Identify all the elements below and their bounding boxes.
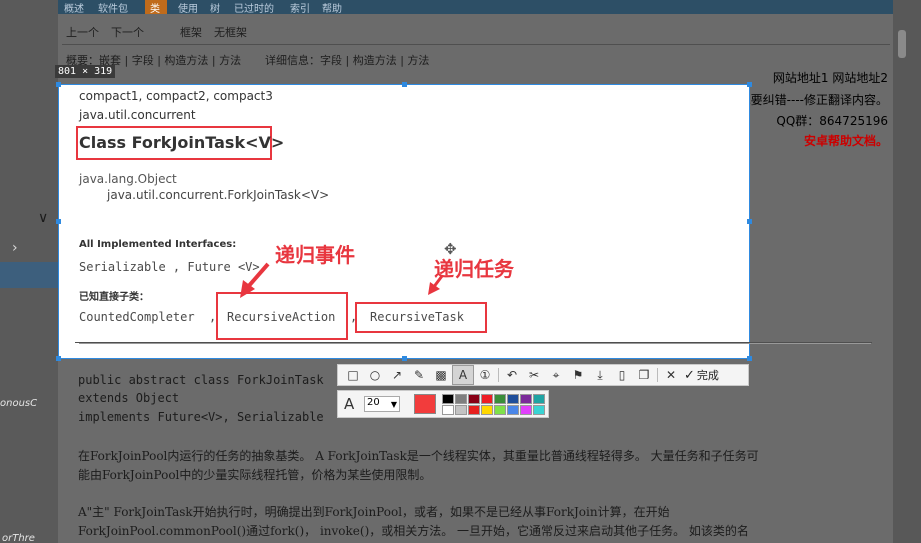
download-icon[interactable]: ⤓ <box>589 365 611 385</box>
cancel-icon[interactable]: ✕ <box>660 365 682 385</box>
color-swatch[interactable] <box>507 405 519 415</box>
mosaic-icon[interactable]: ▩ <box>430 365 452 385</box>
color-swatch[interactable] <box>533 405 545 415</box>
ellipse-icon[interactable]: ○ <box>364 365 386 385</box>
color-swatch[interactable] <box>507 394 519 404</box>
class-declaration-line-2: extends Object <box>78 391 180 405</box>
color-palette <box>442 394 545 415</box>
class-declaration-line-1: public abstract class ForkJoinTask <box>78 373 324 387</box>
description-para-2a: A"主" ForkJoinTask开始执行时，明确提出到ForkJoinPool… <box>78 505 670 519</box>
undo-icon[interactable]: ↶ <box>501 365 523 385</box>
color-swatch[interactable] <box>533 394 545 404</box>
screen: ∨ › onousC orThre 概述 软件包 类 使用 树 已过时的 索引 … <box>0 0 921 543</box>
toolbar-separator <box>657 368 658 382</box>
color-swatch[interactable] <box>481 405 493 415</box>
text-icon[interactable]: A <box>452 365 474 385</box>
crop-icon[interactable]: ✂ <box>523 365 545 385</box>
description-para-2b: ForkJoinPool.commonPool()通过fork()， invok… <box>78 524 749 538</box>
pen-icon[interactable]: ✎ <box>408 365 430 385</box>
text-style-panel: A 20 ▼ <box>337 390 549 418</box>
color-swatch[interactable] <box>442 405 454 415</box>
color-swatch[interactable] <box>468 394 480 404</box>
chevron-down-icon: ▼ <box>390 400 397 409</box>
color-swatch[interactable] <box>442 394 454 404</box>
number-icon[interactable]: ① <box>474 365 496 385</box>
color-swatch[interactable] <box>494 394 506 404</box>
description-para-1a: 在ForkJoinPool内运行的任务的抽象基类。 A ForkJoinTask… <box>78 449 759 463</box>
font-size-select[interactable]: 20 ▼ <box>364 396 400 412</box>
font-size-value: 20 <box>367 397 380 408</box>
toolbar-separator <box>498 368 499 382</box>
description-para-1b: 能由ForkJoinPool中的少量实际线程托管，价格为某些使用限制。 <box>78 468 432 482</box>
class-declaration-line-3: implements Future<V>, Serializable <box>78 410 324 424</box>
move-cursor-icon: ✥ <box>444 240 457 258</box>
color-swatch[interactable] <box>481 394 493 404</box>
pin-icon[interactable]: ⚑ <box>567 365 589 385</box>
current-color-swatch[interactable] <box>414 394 436 414</box>
color-swatch[interactable] <box>520 405 532 415</box>
bookmark-icon[interactable]: ❐ <box>633 365 655 385</box>
arrow-icon[interactable]: ↗ <box>386 365 408 385</box>
color-swatch[interactable] <box>520 394 532 404</box>
font-icon: A <box>344 395 355 413</box>
done-button[interactable]: ✓ 完成 <box>684 367 719 383</box>
annotation-toolbar: □ ○ ↗ ✎ ▩ A ① ↶ ✂ ⌖ ⚑ ⤓ ▯ ❐ ✕ ✓ 完成 <box>337 364 749 386</box>
color-swatch[interactable] <box>494 405 506 415</box>
done-icon: ✓ <box>684 367 695 383</box>
save-icon[interactable]: ▯ <box>611 365 633 385</box>
color-swatch[interactable] <box>455 405 467 415</box>
dim-divider <box>75 342 872 343</box>
color-swatch[interactable] <box>455 394 467 404</box>
ocr-icon[interactable]: ⌖ <box>545 365 567 385</box>
rect-icon[interactable]: □ <box>342 365 364 385</box>
color-swatch[interactable] <box>468 405 480 415</box>
done-label: 完成 <box>696 369 719 382</box>
